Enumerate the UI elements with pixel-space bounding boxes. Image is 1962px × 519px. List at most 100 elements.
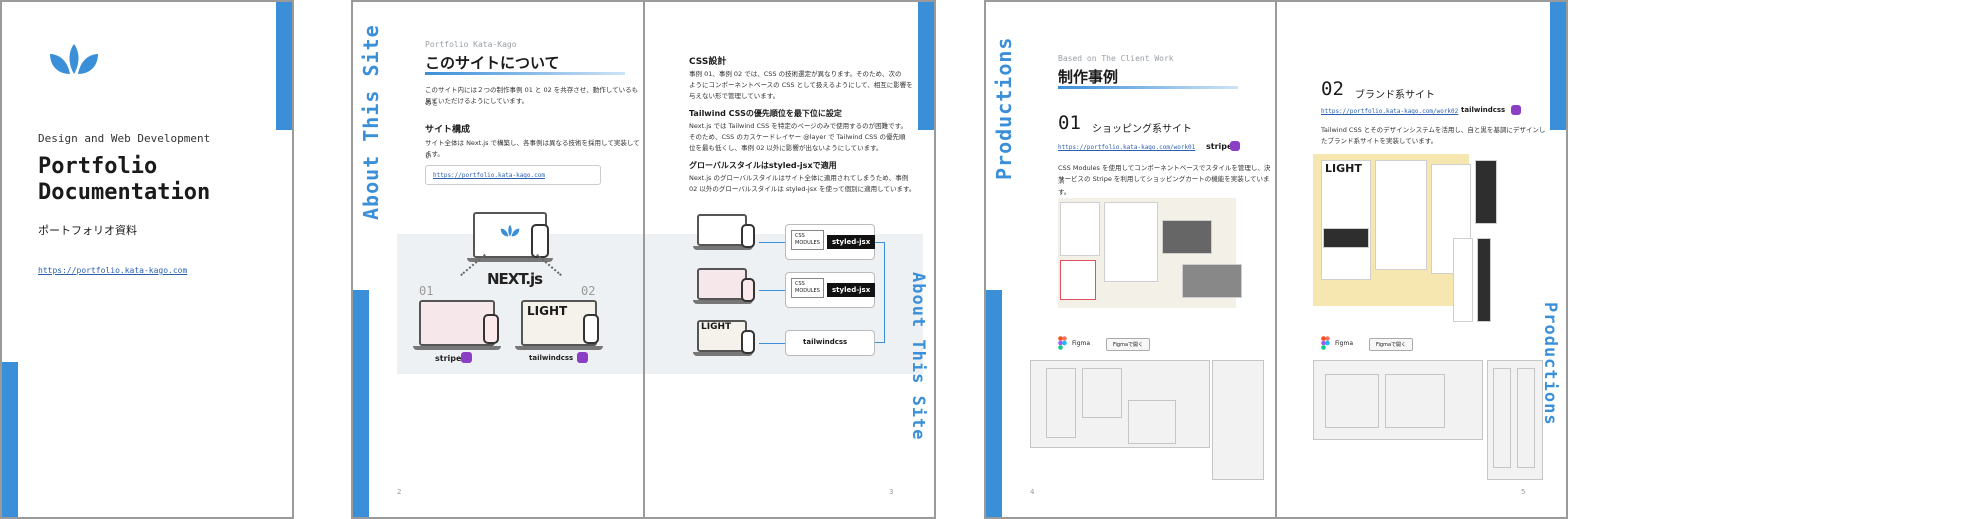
arrow-top [759,242,785,243]
global-style-line2: 02 以外のグローバルスタイルは styled-jsx を使って個別に適用してい… [689,185,916,193]
site-structure-line1: サイト全体は Next.js で構築し、各事例は異なる技術を採用して実装してい [425,139,640,160]
page-number-3: 3 [889,488,894,496]
phone-02 [583,314,599,344]
productions-right-side-title: Productions [1540,302,1560,426]
work-01-m-badge-icon [1230,141,1240,151]
label-01: 01 [419,284,434,298]
about-heading-underline [425,72,625,75]
css-modules-badge-mid: CSS MODULES [791,278,824,298]
work-01-screen-a [1060,202,1100,256]
figma-open-button-02[interactable]: Figmaで開く [1369,338,1414,351]
laptop-mid [697,268,747,300]
work-02-screen-b [1375,160,1427,270]
work-02-link[interactable]: https://portfolio.kata-kago.com/work02 [1321,108,1458,115]
light-text-bottom: LIGHT [701,322,732,332]
work-02-screen-a-dark [1323,228,1369,248]
center-lotus-icon [500,224,520,237]
figma-frame-02d [1517,368,1535,468]
about-heading: このサイトについて [425,54,560,72]
figma-frame-02c [1493,368,1511,468]
about-right-side-title: About This Site [908,272,928,441]
site-structure-line2: ます。 [425,150,444,158]
work-02-desc-line2: たブランド系サイトを実装しています。 [1321,137,1438,145]
work-02-m-badge-icon [1511,105,1521,115]
cover-title-line1: Portfolio [38,154,158,179]
work-02-screen-e [1453,238,1473,322]
cover-title-line2: Documentation [38,180,211,205]
about-intro-line2: 見ていただけるようにしています。 [425,97,529,105]
phone-top [741,224,755,248]
work-01-desc-line2: サービスの Stripe を利用してショッピングカートの機能を実装しています。 [1058,175,1270,196]
lotus-logo-icon [50,44,98,74]
work-02-tailwind-logo: tailwindcss [1461,106,1506,114]
work-01-stripe-logo: stripe [1206,142,1233,151]
page-number-4: 4 [1030,488,1035,496]
laptop-top [697,214,747,246]
work-01-link[interactable]: https://portfolio.kata-kago.com/work01 [1058,144,1195,151]
laptop-02-base [515,346,603,350]
next-logo: NEXT.js [487,270,543,288]
css-modules-badge-top: CSS MODULES [791,230,824,250]
tailwind-logo-01: tailwindcss [529,354,574,362]
productions-heading-underline [1058,86,1238,89]
work-01-screen-c [1104,202,1158,282]
work-01-screen-e [1182,264,1242,298]
styled-jsx-badge-top: styled-jsx [827,235,876,249]
label-02: 02 [581,284,596,298]
tailwind-priority-heading: Tailwind CSSの優先順位を最下位に設定 [689,109,842,118]
about-right-page: CSS設計 事例 01、事例 02 では、CSS の技術選定が異なります。そのた… [643,0,936,519]
work-01-number: 01 [1058,112,1081,134]
page-number-2: 2 [397,488,402,496]
productions-kicker: Based on The Client Work [1058,54,1174,63]
center-phone [531,224,549,258]
m-badge-icon-01 [461,352,472,363]
about-side-title: About This Site [359,24,383,220]
figma-logo-icon-02 [1321,336,1330,350]
tailwind-logo-right: tailwindcss [803,338,848,346]
productions-right-bar [1550,2,1566,130]
figma-frame-01c [1128,400,1176,444]
light-text-02: LIGHT [527,304,568,318]
productions-heading: 制作事例 [1058,68,1119,86]
tailwind-priority-line3: 位を最も低くし、事例 02 以外に影響が出ないようにしています。 [689,144,883,152]
cover-accent-bar-bottom [2,362,18,517]
about-kicker: Portfolio Kata-Kago [425,40,517,49]
figma-frame-02a [1325,374,1379,428]
figma-preview-01-right [1212,360,1264,480]
productions-left-page: Productions Based on The Client Work 制作事… [984,0,1277,519]
figma-logo-icon-01 [1058,336,1067,350]
cover-japanese-title: ポートフォリオ資料 [38,224,137,237]
m-badge-icon-02 [577,352,588,363]
cover-subtitle: Design and Web Development [38,132,211,145]
figma-open-button-01[interactable]: Figmaで開く [1106,338,1151,351]
cover-accent-bar-top [276,2,292,130]
work-02-screen-a [1321,160,1371,280]
productions-right-page: 02 ブランド系サイト tailwindcss https://portfoli… [1275,0,1568,519]
work-02-title: ブランド系サイト [1355,90,1435,101]
figma-label-02: Figma [1335,340,1354,347]
cover-url-link[interactable]: https://portfolio.kata-kago.com [38,266,187,275]
about-link[interactable]: https://portfolio.kata-kago.com [433,172,545,179]
cover-page: Design and Web Development Portfolio Doc… [0,0,294,519]
figma-frame-01b [1082,368,1122,418]
work-02-number: 02 [1321,78,1344,100]
figma-frame-02b [1385,374,1445,428]
css-design-heading: CSS設計 [689,57,727,67]
about-left-bar [353,290,369,517]
global-style-heading: グローバルスタイルはstyled-jsxで適用 [689,161,837,170]
about-left-page: About This Site Portfolio Kata-Kago このサイ… [351,0,645,519]
arrow-mid [759,290,785,291]
laptop-01-base [413,346,501,350]
phone-bottom [741,330,755,354]
figma-label-01: Figma [1072,340,1091,347]
work-01-title: ショッピング系サイト [1092,124,1192,135]
page-number-5: 5 [1521,488,1526,496]
arrow-bottom [759,343,785,344]
about-right-bar [918,2,934,130]
phone-01 [483,314,499,344]
css-design-line3: 与えない形で管理しています。 [689,92,780,100]
phone-mid [741,278,755,302]
productions-left-bar [986,290,1002,517]
styled-jsx-badge-mid: styled-jsx [827,283,876,297]
productions-side-title: Productions [992,36,1016,180]
